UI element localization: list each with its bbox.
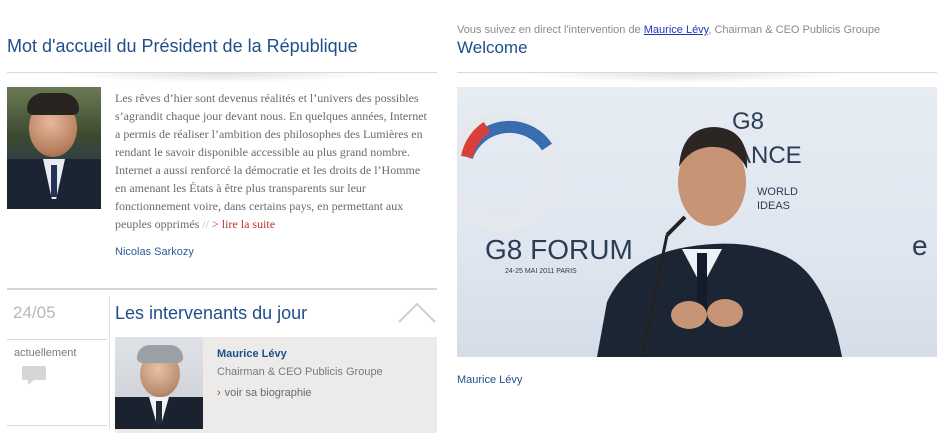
forum-backdrop-text: G8 FORUM (485, 234, 633, 265)
live-suffix: , Chairman & CEO Publicis Groupe (708, 24, 881, 36)
speakers-heading: Les intervenants du jour (115, 303, 308, 323)
live-speaker-link[interactable]: Maurice Lévy (644, 24, 709, 36)
date-label: 24/05 (13, 303, 56, 322)
now-label: actuellement (14, 347, 77, 359)
speaker-name[interactable]: Maurice Lévy (217, 348, 287, 360)
video-caption: Maurice Lévy (457, 374, 523, 386)
president-photo (7, 87, 101, 209)
text-separator: // (202, 217, 209, 231)
video-heading: Welcome (457, 38, 528, 57)
divider (7, 425, 107, 426)
speech-bubble-icon (20, 364, 48, 386)
svg-text:e: e (912, 230, 928, 261)
biography-link-label[interactable]: voir sa biographie (225, 387, 312, 399)
backdrop-world-text: WORLD (757, 186, 798, 198)
live-notice: Vous suivez en direct l'intervention de … (457, 24, 880, 36)
divider-shadow (60, 73, 380, 83)
live-prefix: Vous suivez en direct l'intervention de (457, 24, 644, 36)
welcome-heading: Mot d'accueil du Président de la Républi… (7, 36, 358, 56)
signature: Nicolas Sarkozy (115, 246, 194, 258)
speaker-photo (115, 337, 203, 429)
backdrop-ideas-text: IDEAS (757, 200, 790, 212)
section-divider (7, 288, 437, 290)
vertical-divider (109, 296, 110, 430)
welcome-paragraph: Les rêves d’hier sont devenus réalités e… (115, 91, 427, 231)
collapse-up-icon[interactable] (397, 298, 437, 324)
welcome-text: Les rêves d’hier sont devenus réalités e… (115, 89, 430, 233)
read-more-link[interactable]: > lire la suite (212, 217, 275, 231)
divider-shadow (520, 73, 850, 83)
biography-link[interactable]: › voir sa biographie (217, 387, 312, 399)
forum-dates-text: 24-25 MAI 2011 PARIS (505, 268, 577, 275)
divider (7, 339, 107, 340)
speaker-role: Chairman & CEO Publicis Groupe (217, 366, 383, 378)
chevron-right-icon: › (217, 387, 221, 399)
live-video-player[interactable]: G8 FORUM 24-25 MAI 2011 PARIS G8 ANCE WO… (457, 87, 937, 357)
backdrop-g8-text: G8 (732, 108, 764, 135)
